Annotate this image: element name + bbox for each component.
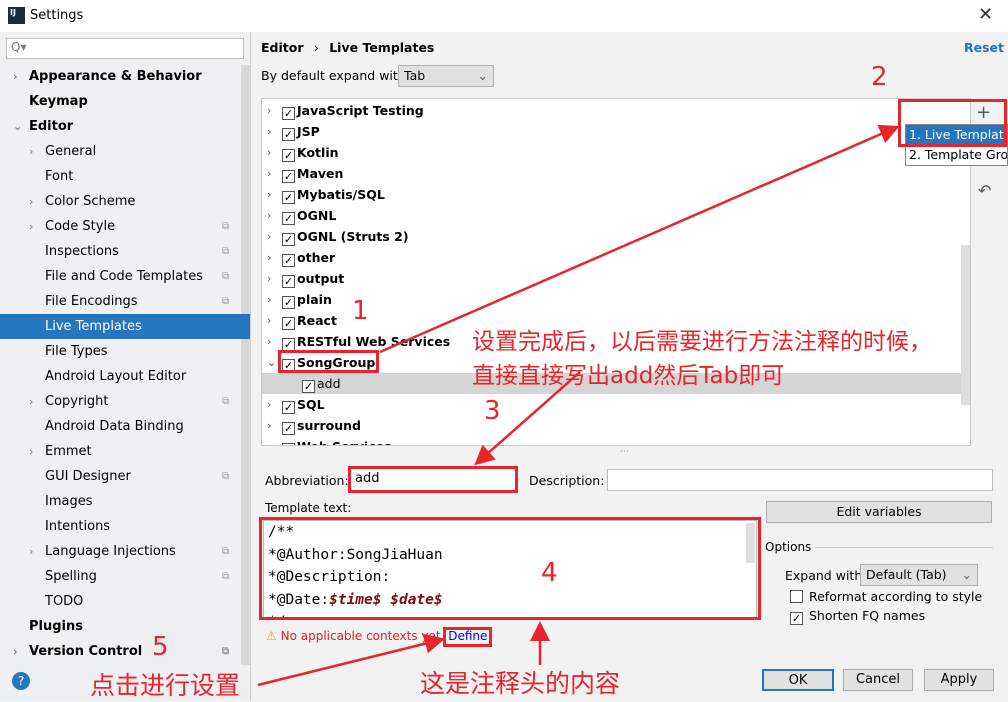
- annotation-note-line2: 直接直接写出add然后Tab即可: [472, 363, 785, 389]
- annotation-click-to-set: 点击进行设置: [90, 671, 241, 700]
- arrow-1-to-2: [379, 124, 900, 354]
- annotation-number-4: 4: [541, 558, 558, 588]
- annotation-number-3: 3: [484, 396, 501, 426]
- arrow-to-define: [257, 633, 445, 687]
- annotation-template-content: 这是注释头的内容: [420, 669, 621, 698]
- annotation-number-2: 2: [871, 62, 888, 92]
- annotation-number-1: 1: [352, 296, 369, 326]
- annotation-number-5: 5: [152, 632, 169, 662]
- annotation-note-line1: 设置完成后，以后需要进行方法注释的时候，: [472, 329, 932, 355]
